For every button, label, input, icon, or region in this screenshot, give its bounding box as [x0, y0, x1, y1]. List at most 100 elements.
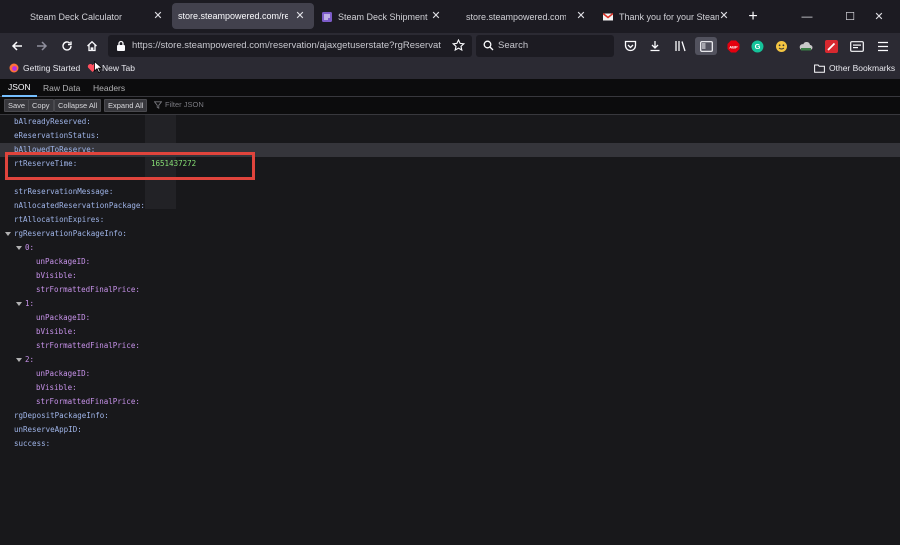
lock-icon[interactable] — [116, 40, 126, 52]
tab-json[interactable]: JSON — [2, 79, 37, 97]
expand-toggle-icon[interactable] — [5, 232, 11, 236]
sidebar-button[interactable] — [695, 37, 717, 55]
save-button[interactable]: Save — [4, 99, 30, 112]
highlight-box — [5, 152, 255, 180]
bookmarks-toolbar: Getting Started New Tab Other Bookmarks — [0, 59, 900, 79]
extension-card-button[interactable] — [848, 37, 866, 55]
extension-cloud-button[interactable] — [797, 37, 815, 55]
expand-toggle-icon[interactable] — [16, 246, 22, 250]
search-icon — [483, 40, 494, 51]
json-key: 1: — [25, 299, 35, 308]
json-key: strFormattedFinalPrice: — [36, 341, 140, 350]
json-key: 2: — [25, 355, 35, 364]
tab-strip: Steam Deck Calculator ✕ store.steampower… — [0, 0, 900, 33]
mouse-cursor-icon — [94, 61, 103, 73]
close-icon[interactable]: ✕ — [430, 10, 442, 22]
pen-icon — [824, 39, 838, 53]
forward-button[interactable] — [29, 33, 55, 59]
json-key: bAlreadyReserved: — [14, 117, 91, 126]
url-text[interactable]: https://store.steampowered.com/reservati… — [132, 40, 446, 51]
json-key: nAllocatedReservationPackage: — [14, 201, 145, 210]
copy-button[interactable]: Copy — [28, 99, 54, 112]
reload-icon — [62, 41, 72, 51]
hamburger-menu-icon — [878, 41, 888, 51]
bookmark-other-bookmarks[interactable]: Other Bookmarks — [814, 63, 895, 73]
back-button[interactable] — [4, 33, 30, 59]
svg-text:G: G — [754, 42, 760, 51]
expand-all-button[interactable]: Expand All — [104, 99, 148, 112]
json-key: rtAllocationExpires: — [14, 215, 105, 224]
minimize-button[interactable]: — — [786, 0, 828, 33]
reload-button[interactable] — [54, 33, 80, 59]
bookmark-getting-started[interactable]: Getting Started — [9, 63, 80, 73]
tab-title: Steam Deck Shipment estim — [338, 11, 430, 22]
filter-placeholder: Filter JSON — [165, 100, 204, 109]
json-viewer-tabs: JSON Raw Data Headers — [0, 79, 900, 97]
tab-headers[interactable]: Headers — [87, 79, 131, 97]
address-bar[interactable]: https://store.steampowered.com/reservati… — [108, 35, 472, 57]
tab-title: Steam Deck Calculator — [30, 11, 123, 22]
json-key: bVisible: — [36, 383, 77, 392]
collapse-all-button[interactable]: Collapse All — [54, 99, 102, 112]
downloads-button[interactable] — [646, 37, 664, 55]
tab-gmail-thank-you[interactable]: Thank you for your Steam p ✕ — [595, 0, 738, 33]
close-icon[interactable]: ✕ — [718, 10, 730, 22]
tab-store-reservation-2[interactable]: store.steampowered.com/reser ✕ — [450, 0, 595, 33]
tab-raw-data[interactable]: Raw Data — [37, 79, 86, 97]
download-icon — [650, 41, 660, 52]
smiley-icon — [775, 40, 787, 52]
json-key: bVisible: — [36, 271, 77, 280]
pocket-button[interactable] — [621, 37, 639, 55]
json-key: strFormattedFinalPrice: — [36, 285, 140, 294]
grammarly-icon: G — [751, 40, 763, 52]
search-bar[interactable]: Search — [476, 35, 614, 57]
arrow-right-icon — [37, 41, 48, 51]
cloud-icon — [799, 42, 813, 51]
adblock-icon: ABP — [727, 40, 739, 52]
arrow-left-icon — [11, 41, 22, 51]
tab-steam-deck-calculator[interactable]: Steam Deck Calculator ✕ — [0, 0, 172, 33]
tab-title: store.steampowered.com/reserv — [178, 11, 288, 21]
gmail-icon — [603, 12, 613, 21]
json-key: success: — [14, 439, 51, 448]
bookmark-label: Getting Started — [23, 63, 81, 73]
json-key: rgReservationPackageInfo: — [14, 229, 127, 238]
tab-title: store.steampowered.com/reser — [466, 11, 566, 22]
extension-red-button[interactable] — [822, 37, 840, 55]
close-icon[interactable]: ✕ — [294, 10, 306, 22]
filter-json-input[interactable]: Filter JSON — [154, 100, 204, 109]
card-icon — [850, 40, 864, 52]
extension-emoji-button[interactable] — [772, 37, 790, 55]
tab-shipment-estimate[interactable]: Steam Deck Shipment estim ✕ — [314, 0, 450, 33]
navigation-toolbar: https://store.steampowered.com/reservati… — [0, 33, 900, 59]
tab-store-reservation[interactable]: store.steampowered.com/reserv ✕ — [172, 3, 314, 29]
library-icon — [674, 41, 686, 52]
grammarly-button[interactable]: G — [748, 37, 766, 55]
pocket-icon — [624, 40, 636, 52]
bookmark-star-icon[interactable] — [452, 39, 465, 52]
adblock-plus-button[interactable]: ABP — [724, 37, 742, 55]
home-button[interactable] — [79, 33, 105, 59]
svg-text:ABP: ABP — [729, 44, 738, 49]
home-icon — [87, 40, 97, 52]
bookmark-label: New Tab — [102, 63, 135, 73]
json-key: unPackageID: — [36, 313, 91, 322]
close-icon[interactable]: ✕ — [575, 10, 587, 22]
close-icon[interactable]: ✕ — [152, 10, 164, 22]
menu-button[interactable] — [874, 37, 892, 55]
close-window-button[interactable]: ✕ — [858, 0, 900, 33]
filter-icon — [154, 100, 162, 109]
sidebar-icon — [699, 40, 713, 52]
json-key: strReservationMessage: — [14, 187, 114, 196]
json-key: strFormattedFinalPrice: — [36, 397, 140, 406]
firefox-icon — [9, 63, 19, 73]
json-toolbar: Save Copy Collapse All Expand All Filter… — [0, 97, 900, 115]
new-tab-button[interactable]: + — [738, 0, 768, 33]
expand-toggle-icon[interactable] — [16, 358, 22, 362]
folder-icon — [814, 64, 825, 73]
expand-toggle-icon[interactable] — [16, 302, 22, 306]
library-button[interactable] — [671, 37, 689, 55]
tab-title: Thank you for your Steam p — [619, 11, 719, 22]
json-key: eReservationStatus: — [14, 131, 100, 140]
json-key: unPackageID: — [36, 257, 91, 266]
